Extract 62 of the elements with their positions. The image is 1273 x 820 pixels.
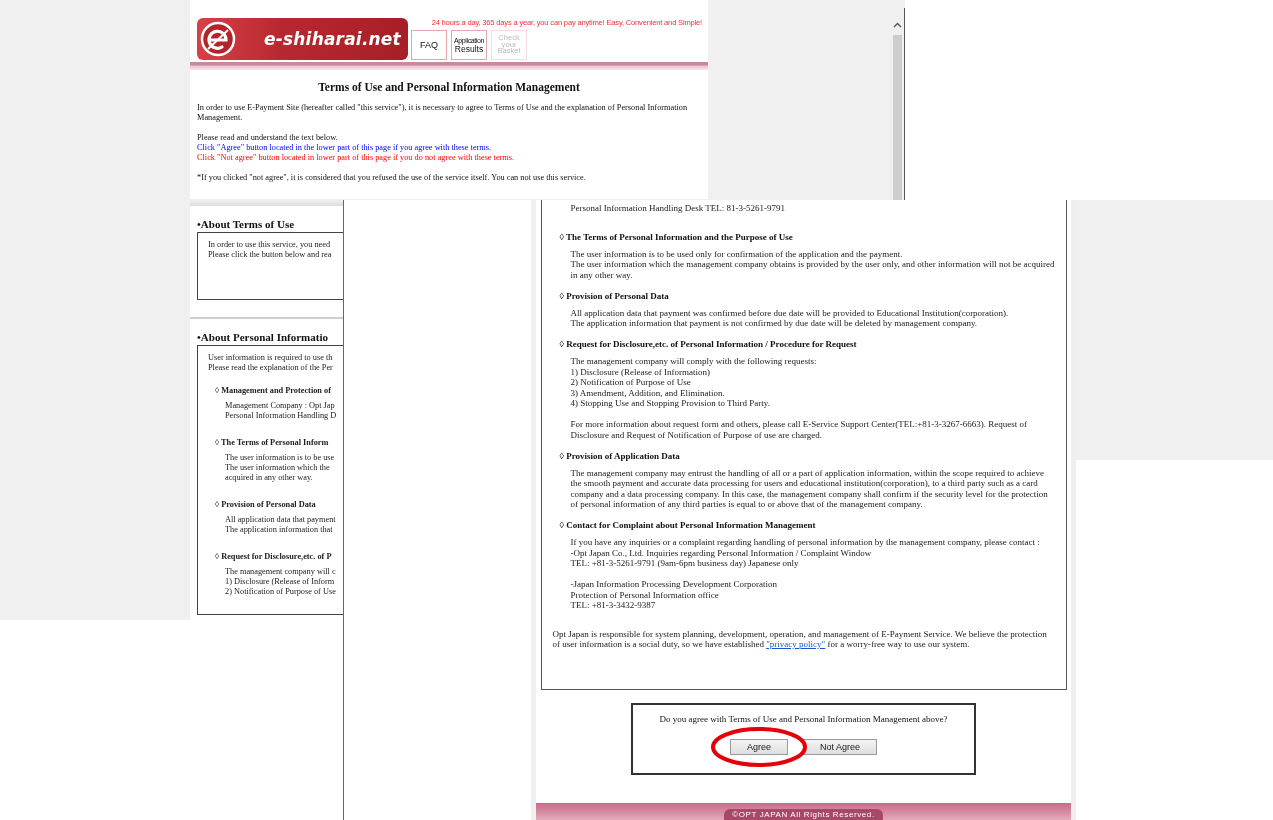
body-text: The application information that payment is not confirmed by due date will be deleted by management company. bbox=[570, 318, 979, 329]
privacy-policy-link[interactable]: "privacy policy" bbox=[766, 639, 826, 650]
page-title: Terms of Use and Personal Information Management bbox=[317, 81, 581, 93]
section-heading: •About Terms of Use bbox=[197, 218, 296, 230]
body-text: TEL: +81-3-3432-9387 bbox=[570, 600, 657, 611]
body-text: All application data that payment bbox=[225, 515, 337, 525]
body-text: 3) Amendment, Addition, and Elimination. bbox=[570, 387, 726, 398]
body-text: The application information that bbox=[225, 525, 334, 535]
body-text: Personal Information Handling D bbox=[225, 411, 338, 421]
body-text: -Opt Japan Co., Ltd. Inquiries regarding Personal Information / Complaint Window bbox=[570, 547, 873, 558]
scrollbar[interactable] bbox=[890, 8, 905, 200]
item-heading: ◊ The Terms of Personal Inform bbox=[215, 438, 330, 447]
body-text: 2) Notification of Purpose of Use bbox=[570, 377, 692, 388]
body-text: Protection of Personal Information office bbox=[570, 589, 720, 600]
body-text: All application data that payment was confirmed before due date will be provided to Educational Institution(corporation). bbox=[570, 307, 1010, 318]
body-text: The user information which the management company obtains is provided by the user only, and other information will not be acquired in any other way. bbox=[570, 259, 1056, 280]
item-heading: ◊ Request for Disclosure,etc. of Personal Information / Procedure for Request bbox=[559, 339, 858, 349]
body-text: If you have any inquiries or a complaint regarding handling of personal information by the management company, please contact : bbox=[570, 537, 1041, 548]
body-text: 4) Stopping Use and Stopping Provision to Third Party. bbox=[570, 398, 771, 409]
body-text: The user information which the bbox=[225, 463, 331, 473]
body-text: 2) Notification of Purpose of Use bbox=[225, 587, 337, 597]
body-text: The management company will comply with the following requests: bbox=[570, 356, 818, 367]
body-text: The user information is to be use bbox=[225, 453, 336, 463]
body-text: The user information is to be used only for confirmation of the application and the payment. bbox=[570, 248, 904, 259]
copyright-text: ©OPT JAPAN All Rights Reserved. bbox=[724, 809, 883, 820]
body-text: The management company will c bbox=[225, 567, 337, 577]
notice-text: Please read and understand the text below. bbox=[197, 133, 339, 143]
body-text: Management Company : Opt Jap bbox=[225, 401, 336, 411]
notice-text: *If you clicked "not agree", it is considered that you refused the use of the service itself. You can not use this service. bbox=[197, 173, 587, 183]
body-text: Please read the explanation of the Per bbox=[208, 363, 334, 373]
item-heading: ◊ Management and Protection of bbox=[215, 386, 332, 395]
scroll-up-icon bbox=[892, 22, 902, 28]
nav-button[interactable]: FAQ bbox=[411, 30, 447, 60]
scrollbar-thumb[interactable] bbox=[892, 35, 902, 200]
item-heading: ◊ Provision of Personal Data bbox=[559, 290, 670, 301]
closing-paragraph: Opt Japan is responsible for system planning, development, operation, and management of E-Payment Service. We believe the protection of user information is a social duty, so we have established "privacy policy" for a worry-free way to use our system. bbox=[552, 628, 1048, 650]
item-heading: ◊ The Terms of Personal Information and the Purpose of Use bbox=[559, 231, 794, 242]
body-text: Personal Information Handling Desk TEL: 81-3-5261-9791 bbox=[570, 203, 787, 214]
body-text: In order to use this service, you need bbox=[208, 240, 332, 250]
agreement-question: Do you agree with Terms of Use and Personal Information Management above? bbox=[659, 714, 948, 724]
notice-text: Click "Agree" button located in the lower part of this page if you agree with these terms. bbox=[197, 143, 493, 153]
notice-text: Click "Not agree" button located in lower part of this page if you do not agree with these terms. bbox=[197, 153, 516, 163]
body-text: 1) Disclosure (Release of Inform bbox=[225, 577, 336, 587]
body-text: Please click the button below and rea bbox=[208, 250, 333, 260]
not-agree-button[interactable]: Not Agree bbox=[803, 739, 878, 755]
body-text: The management company may entrust the handling of all or a part of application information, within the scope required to achieve the smooth payment and accurate data processing for users and educational institution(corporation), to a third party such as a card company and a data processing company. In this case, the management company shall confirm if the security level for the protection of personal information of any third parties is equal to or above that of the management company. bbox=[570, 467, 1049, 510]
body-text: -Japan Information Processing Development Corporation bbox=[570, 579, 778, 590]
logo-text: e-shiharai.net bbox=[264, 29, 401, 49]
item-heading: ◊ Contact for Complaint about Personal Information Management bbox=[559, 520, 817, 530]
item-heading: ◊ Request for Disclosure,etc. of P bbox=[215, 552, 333, 561]
agree-button[interactable]: Agree bbox=[729, 739, 788, 755]
logo-icon bbox=[200, 21, 236, 57]
body-text: 1) Disclosure (Release of Information) bbox=[570, 366, 711, 377]
body-text: For more information about request form and others, please call E-Service Support Center(TEL:+81-3-3267-6663). Request of Disclosure and Request of Notification of Purpose of use are charged. bbox=[570, 419, 1028, 440]
body-text: acquired in any other way. bbox=[225, 473, 314, 483]
body-text: User information is required to use th bbox=[208, 353, 334, 363]
section-heading: •About Personal Informatio bbox=[197, 331, 329, 343]
body-text: TEL: +81-3-5261-9791 (9am-6pm business day) Japanese only bbox=[570, 558, 800, 569]
logo-banner[interactable]: e-shiharai.net bbox=[197, 18, 408, 60]
item-heading: ◊ Provision of Application Data bbox=[559, 450, 681, 461]
notice-text: In order to use E-Payment Site (hereafter called "this service"), it is necessary to agree to Terms of Use and the explanation of Personal Information Management. bbox=[197, 103, 689, 123]
item-heading: ◊ Provision of Personal Data bbox=[215, 500, 317, 509]
